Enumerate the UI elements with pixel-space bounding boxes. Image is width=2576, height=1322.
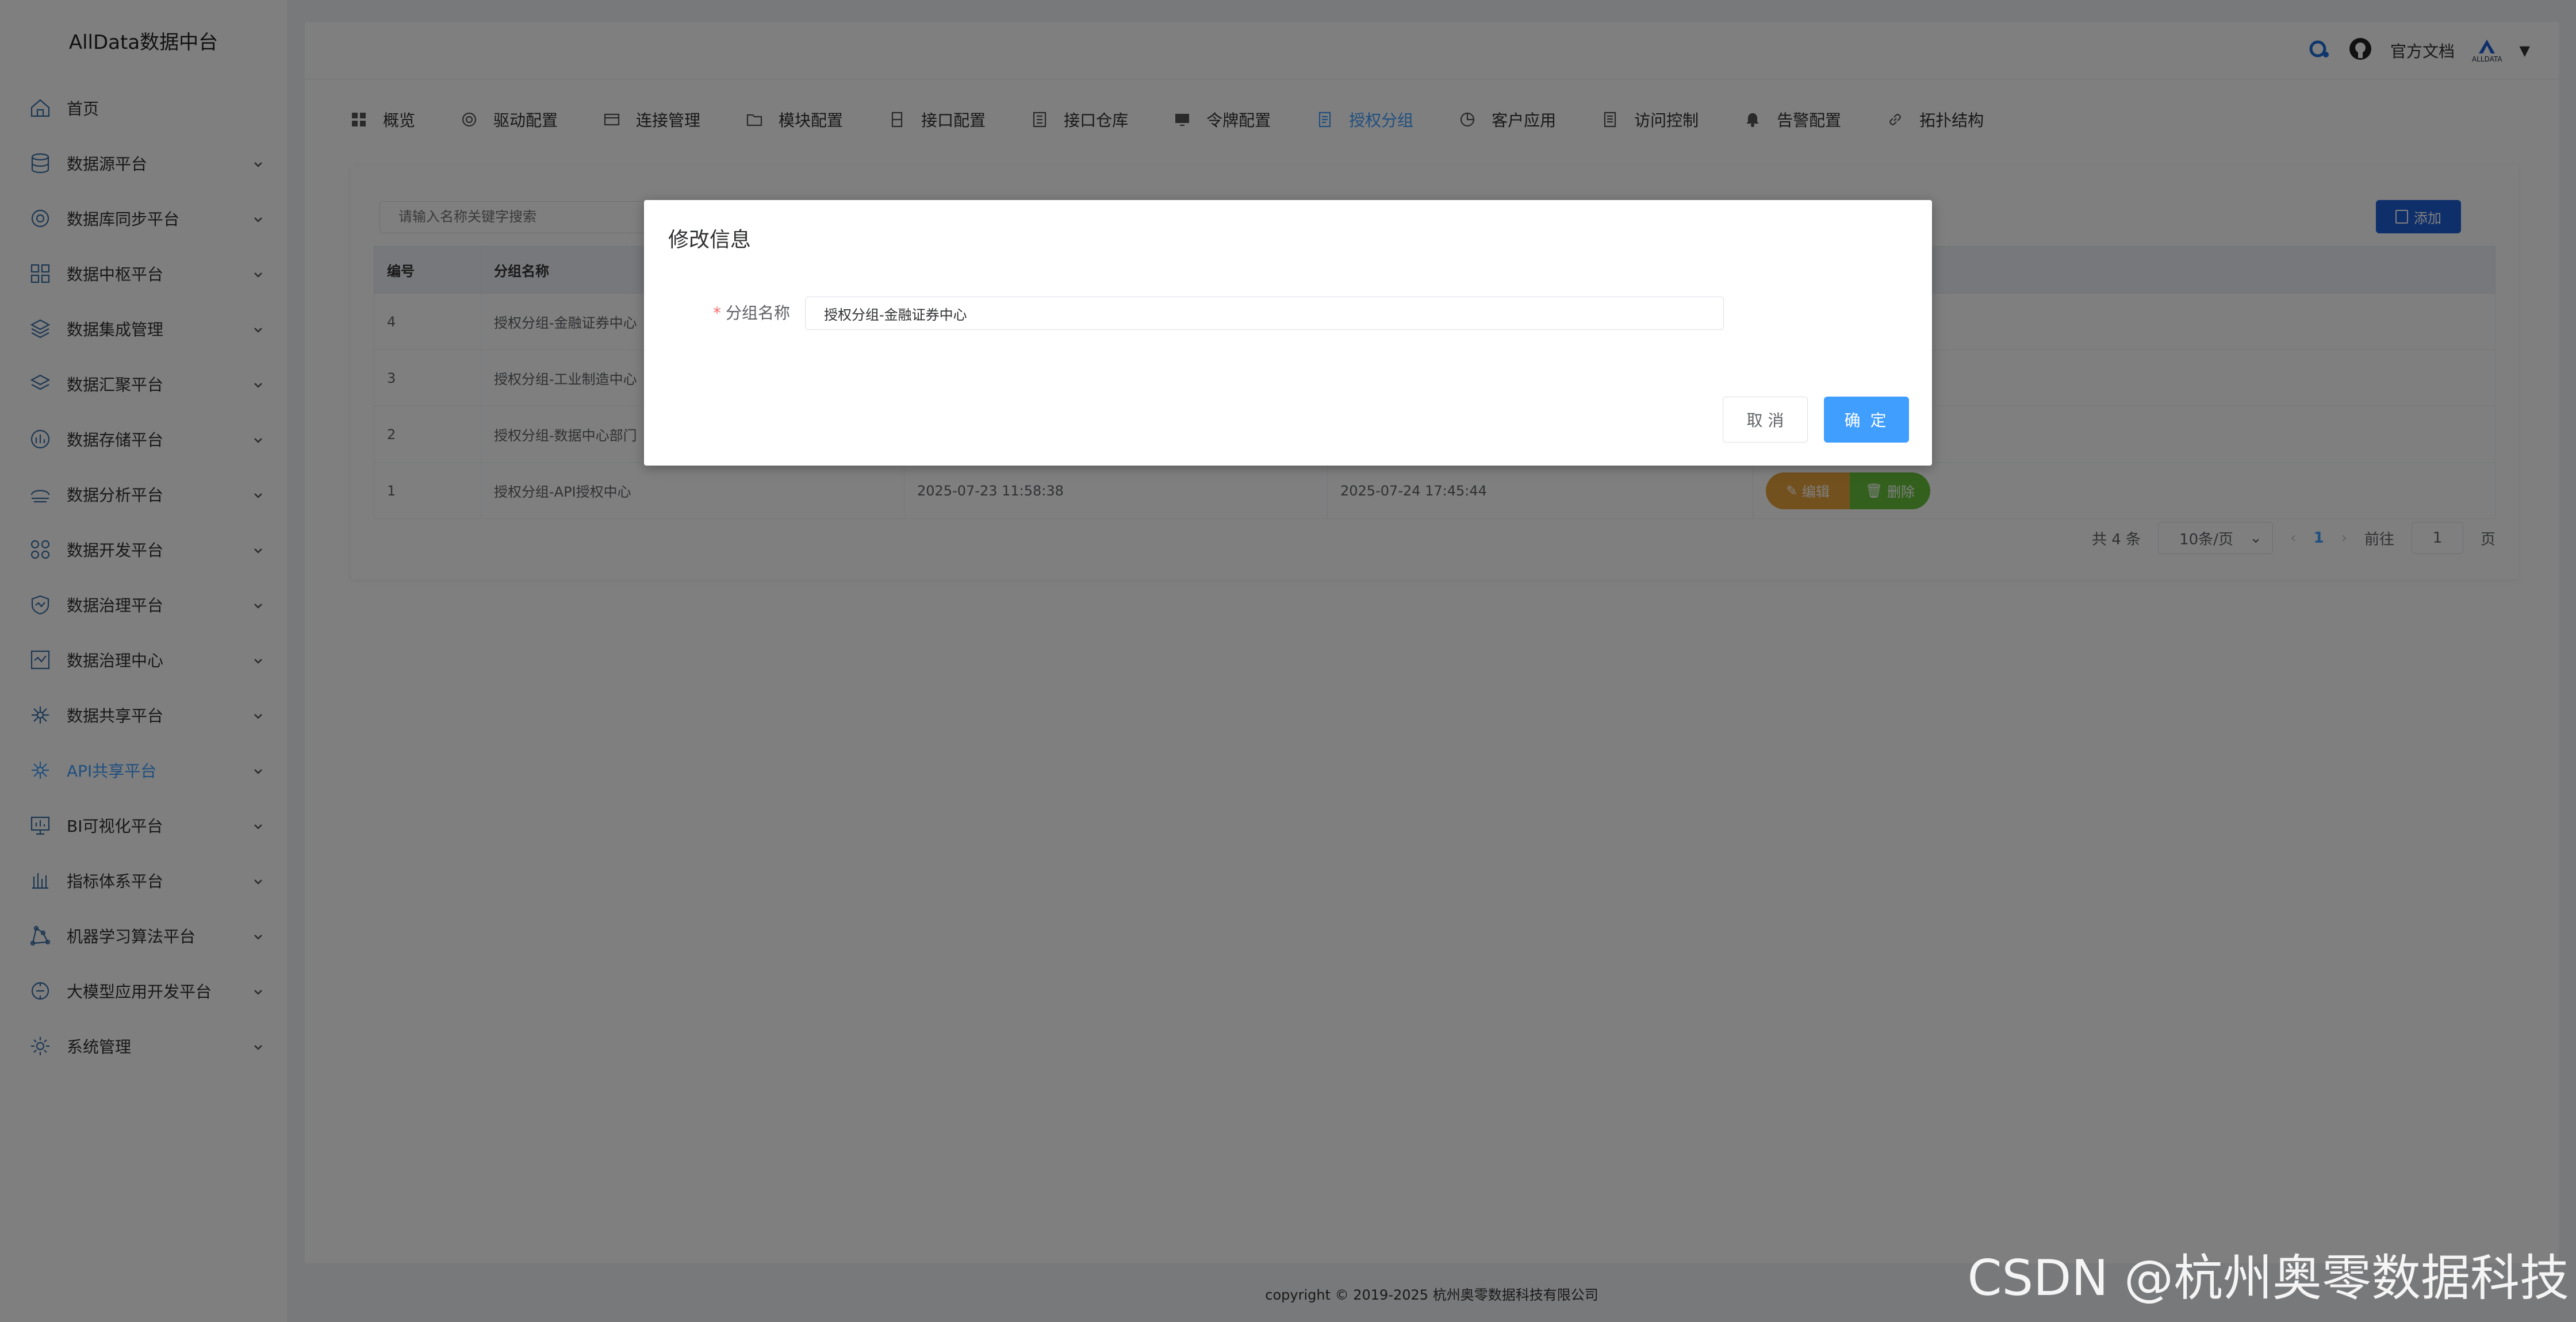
cancel-button[interactable]: 取 消 [1723, 397, 1808, 443]
dialog-title: 修改信息 [668, 228, 752, 252]
group-name-label-text: 分组名称 [726, 303, 791, 322]
confirm-button[interactable]: 确 定 [1824, 397, 1909, 443]
group-name-input[interactable] [805, 297, 1724, 330]
edit-dialog: 修改信息 * 分组名称 取 消 确 定 [644, 200, 1932, 466]
group-name-label: * 分组名称 [713, 301, 790, 324]
modal-overlay[interactable] [0, 0, 2576, 1322]
app-root: AllData数据中台 首页数据源平台数据库同步平台数据中枢平台数据集成管理数据… [0, 0, 2576, 1322]
required-mark: * [713, 303, 721, 322]
csdn-watermark: CSDN @杭州奥零数据科技 [1967, 1250, 2569, 1307]
